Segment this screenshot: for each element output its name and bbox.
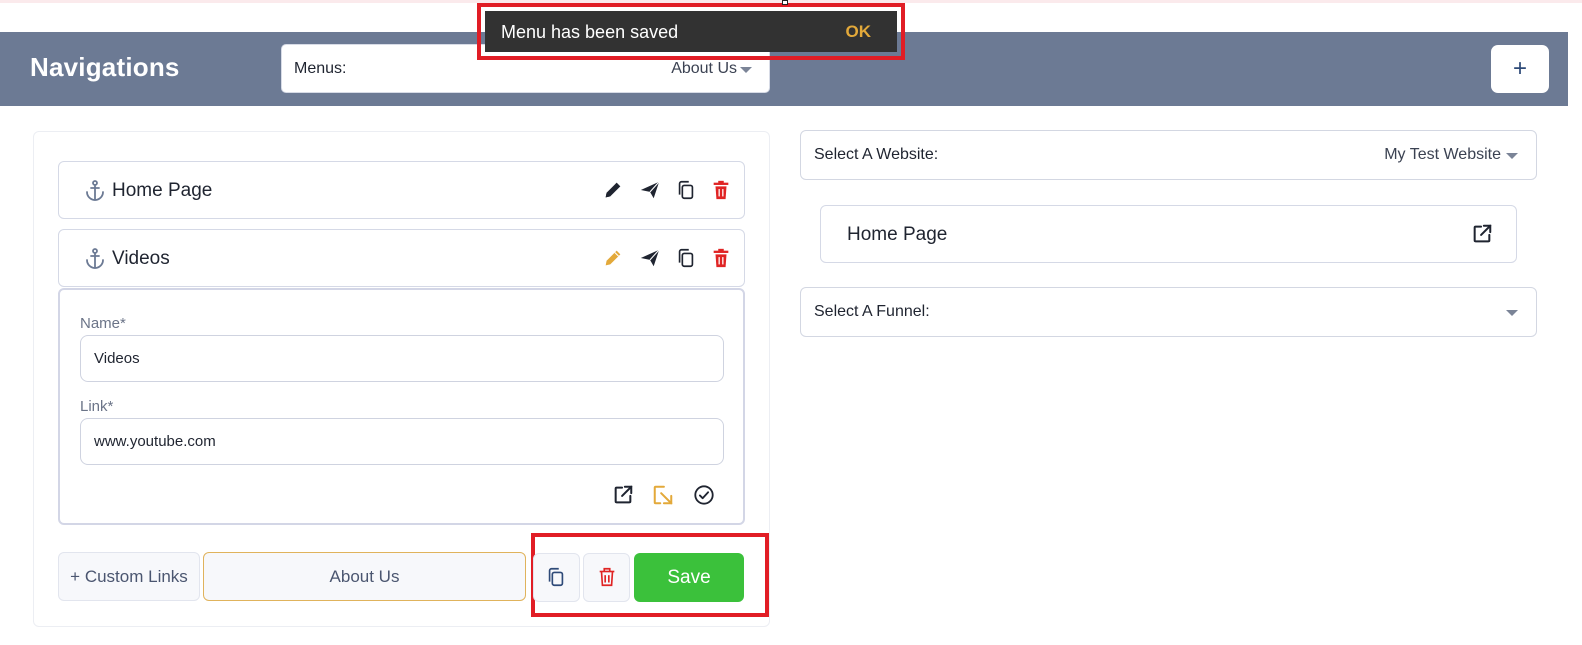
arrow-down-right-icon[interactable] bbox=[652, 484, 674, 506]
toast-message: Menu has been saved bbox=[501, 22, 679, 42]
menu-item-edit-panel: Name* Link* bbox=[58, 288, 745, 525]
pencil-icon[interactable] bbox=[602, 179, 624, 201]
toast-highlight: Menu has been saved OK bbox=[477, 3, 905, 60]
send-icon[interactable] bbox=[639, 179, 661, 201]
page-title: Navigations bbox=[30, 52, 180, 82]
check-circle-icon[interactable] bbox=[693, 484, 715, 506]
external-link-icon[interactable] bbox=[612, 484, 634, 506]
save-actions-highlight: Save bbox=[531, 533, 769, 617]
copy-icon[interactable] bbox=[675, 247, 697, 269]
funnel-select[interactable]: Select A Funnel: bbox=[800, 287, 1537, 337]
delete-menu-button[interactable] bbox=[583, 553, 630, 602]
duplicate-menu-button[interactable] bbox=[533, 553, 580, 602]
add-menu-button[interactable]: + bbox=[1491, 45, 1549, 93]
copy-icon bbox=[548, 567, 564, 587]
trash-icon[interactable] bbox=[710, 179, 732, 201]
menus-select-value: About Us bbox=[671, 60, 737, 77]
menu-item-name: Videos bbox=[112, 248, 170, 269]
name-field-label: Name* bbox=[80, 315, 126, 332]
toast-notification: Menu has been saved OK bbox=[485, 11, 897, 52]
add-custom-links-button[interactable]: + Custom Links bbox=[58, 552, 200, 601]
website-select-label: Select A Website: bbox=[814, 146, 939, 163]
website-select-value: My Test Website bbox=[1384, 146, 1501, 163]
copy-icon[interactable] bbox=[675, 179, 697, 201]
pencil-icon[interactable] bbox=[602, 247, 624, 269]
funnel-select-label: Select A Funnel: bbox=[814, 303, 930, 320]
caret-down-icon bbox=[1506, 153, 1518, 159]
caret-down-icon bbox=[1506, 310, 1518, 316]
trash-icon bbox=[599, 567, 615, 587]
menus-select-label: Menus: bbox=[294, 60, 347, 77]
trash-icon[interactable] bbox=[710, 247, 732, 269]
name-input[interactable] bbox=[80, 335, 724, 382]
send-icon[interactable] bbox=[639, 247, 661, 269]
save-button[interactable]: Save bbox=[634, 553, 744, 602]
link-input[interactable] bbox=[80, 418, 724, 465]
menu-item-name: Home Page bbox=[112, 180, 213, 201]
link-field-label: Link* bbox=[80, 398, 114, 415]
text-cursor-icon bbox=[782, 0, 788, 5]
menu-item-videos[interactable]: Videos bbox=[58, 229, 745, 287]
external-link-icon[interactable] bbox=[1471, 223, 1493, 245]
website-page-name: Home Page bbox=[847, 224, 948, 245]
anchor-icon bbox=[86, 180, 104, 201]
toast-ok-button[interactable]: OK bbox=[846, 22, 872, 42]
menu-name-button[interactable]: About Us bbox=[203, 552, 526, 601]
website-select[interactable]: Select A Website: My Test Website bbox=[800, 130, 1537, 180]
anchor-icon bbox=[86, 248, 104, 269]
website-page-home-page[interactable]: Home Page bbox=[820, 205, 1517, 263]
caret-down-icon bbox=[740, 67, 752, 73]
menu-item-home-page[interactable]: Home Page bbox=[58, 161, 745, 219]
